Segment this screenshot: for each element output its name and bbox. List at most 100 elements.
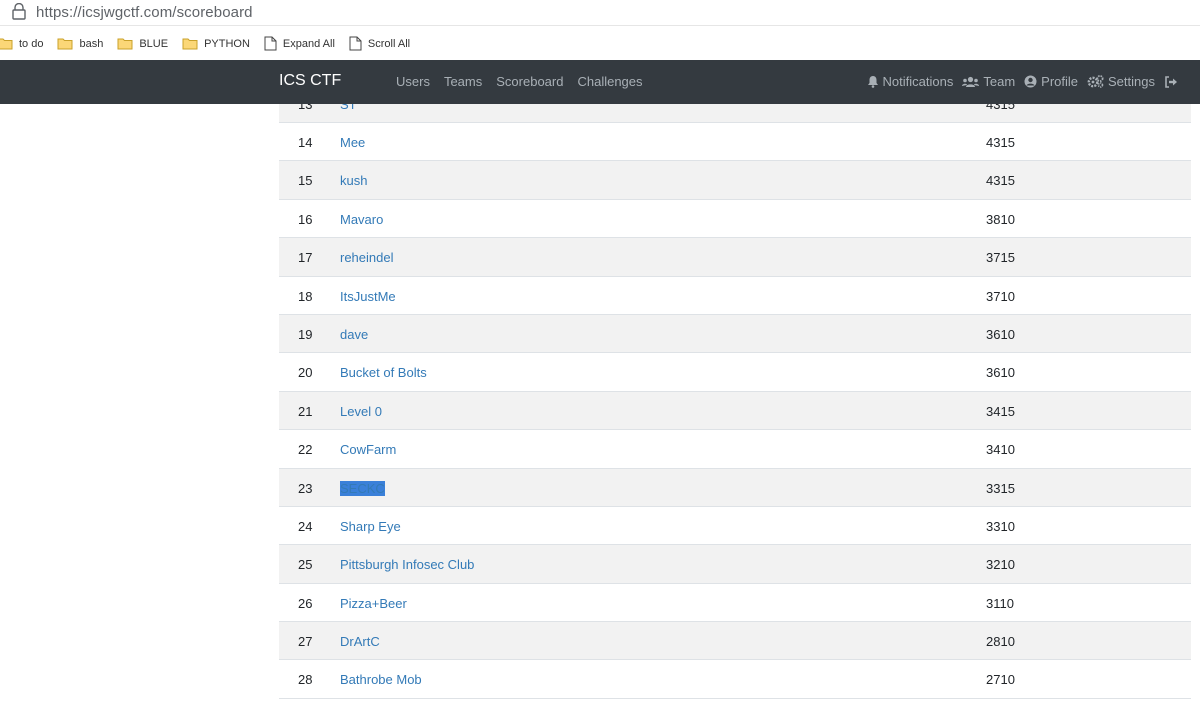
nav-profile-label: Profile	[1041, 74, 1079, 89]
bell-icon	[867, 76, 878, 88]
score-cell: 2810	[986, 634, 1015, 650]
place-cell: 23	[298, 480, 313, 496]
score-cell: 3110	[986, 595, 1014, 611]
main-nav: Users Teams Scoreboard Challenges	[396, 74, 657, 89]
users-icon	[962, 76, 980, 87]
nav-notifications[interactable]: Notifications	[867, 74, 954, 89]
bookmark-expand-all[interactable]: Expand All	[264, 36, 335, 51]
place-cell: 13	[298, 104, 313, 112]
bookmark-bash[interactable]: bash	[57, 37, 103, 50]
bookmark-scroll-all[interactable]: Scroll All	[349, 36, 410, 51]
folder-icon	[0, 38, 13, 50]
nav-teams[interactable]: Teams	[444, 74, 482, 89]
table-row: 13 ST 4315	[279, 104, 1191, 123]
bookmark-to-do[interactable]: to do	[0, 37, 43, 50]
url-text[interactable]: https://icsjwgctf.com/scoreboard	[36, 4, 253, 21]
bookmark-label: bash	[79, 37, 104, 50]
table-row: 18 ItsJustMe 3710	[279, 276, 1191, 315]
page-icon	[349, 36, 362, 51]
nav-settings-label: Settings	[1108, 74, 1155, 89]
lock-icon	[12, 2, 28, 23]
score-cell: 3415	[986, 403, 1015, 419]
team-link[interactable]: ItsJustMe	[340, 289, 396, 304]
place-cell: 26	[298, 595, 313, 611]
folder-icon	[57, 38, 73, 50]
place-cell: 27	[298, 634, 313, 650]
bookmark-label: Expand All	[282, 37, 335, 50]
page-icon	[264, 36, 277, 51]
team-link[interactable]: Mavaro	[340, 212, 383, 227]
team-link[interactable]: Pittsburgh Infosec Club	[340, 557, 474, 572]
table-row: 24 Sharp Eye 3310	[279, 506, 1191, 546]
sign-out-icon	[1165, 75, 1177, 88]
table-row: 22 CowFarm 3410	[279, 430, 1191, 469]
place-cell: 25	[298, 557, 313, 573]
place-cell: 24	[298, 518, 313, 534]
place-cell: 22	[298, 442, 313, 458]
place-cell: 19	[298, 326, 313, 342]
team-link[interactable]: Bucket of Bolts	[340, 365, 427, 380]
team-link[interactable]: kush	[340, 173, 367, 188]
table-row: 28 Bathrobe Mob 2710	[279, 660, 1191, 699]
score-cell: 3210	[986, 557, 1015, 573]
team-link[interactable]: ST	[340, 104, 357, 112]
bookmark-label: BLUE	[139, 37, 169, 50]
nav-challenges[interactable]: Challenges	[577, 74, 642, 89]
nav-logout[interactable]	[1164, 75, 1182, 88]
nav-settings[interactable]: Settings	[1087, 74, 1155, 89]
team-link[interactable]: Level 0	[340, 404, 382, 419]
table-row: 25 Pittsburgh Infosec Club 3210	[279, 545, 1191, 584]
nav-team[interactable]: Team	[962, 74, 1015, 89]
table-row: 16 Mavaro 3810	[279, 199, 1191, 239]
bookmark-python[interactable]: PYTHON	[182, 37, 250, 50]
place-cell: 21	[298, 403, 313, 419]
team-link[interactable]: CowFarm	[340, 442, 396, 457]
team-link[interactable]: Bathrobe Mob	[340, 672, 422, 687]
team-link[interactable]: Pizza+Beer	[340, 596, 407, 611]
bookmark-label: PYTHON	[204, 37, 250, 50]
score-cell: 4315	[986, 173, 1015, 189]
score-cell: 3610	[986, 326, 1015, 342]
site-brand[interactable]: ICS CTF	[279, 72, 341, 90]
cogs-icon	[1087, 75, 1104, 88]
place-cell: 15	[298, 173, 313, 189]
user-circle-icon	[1024, 75, 1037, 88]
nav-profile[interactable]: Profile	[1024, 74, 1078, 89]
nav-notifications-label: Notifications	[882, 74, 954, 89]
site-navbar: ICS CTF Users Teams Scoreboard Challenge…	[0, 60, 1200, 104]
team-link[interactable]: DrArtC	[340, 634, 380, 649]
score-cell: 3810	[986, 211, 1015, 227]
table-row: 19 dave 3610	[279, 314, 1191, 354]
team-link[interactable]: dave	[340, 327, 368, 342]
team-link[interactable]: Mee	[340, 135, 365, 150]
bookmark-blue[interactable]: BLUE	[117, 37, 168, 50]
table-row: 26 Pizza+Beer 3110	[279, 583, 1191, 623]
place-cell: 18	[298, 288, 313, 304]
user-nav: Notifications Team Profile Settings	[858, 74, 1182, 89]
team-link[interactable]: reheindel	[340, 250, 394, 265]
place-cell: 28	[298, 672, 313, 688]
nav-users[interactable]: Users	[396, 74, 430, 89]
team-link[interactable]: SECKC	[340, 480, 385, 496]
bookmarks-bar: to do bash BLUE PYTHON Expand All Scroll…	[0, 27, 1200, 60]
table-row: 20 Bucket of Bolts 3610	[279, 353, 1191, 392]
score-cell: 4315	[986, 135, 1015, 150]
bookmark-label: Scroll All	[367, 37, 411, 50]
table-row: 14 Mee 4315	[279, 123, 1191, 162]
table-row: 17 reheindel 3715	[279, 238, 1191, 277]
folder-icon	[182, 38, 198, 50]
table-row: 23 SECKC 3315	[279, 468, 1191, 507]
place-cell: 16	[298, 211, 313, 227]
scoreboard-table: 13 ST 4315 14 Mee 4315 15 kush 4315 16 Mavaro 38…	[279, 104, 1191, 704]
address-bar[interactable]: https://icsjwgctf.com/scoreboard	[0, 0, 1200, 26]
score-cell: 3315	[986, 480, 1015, 496]
place-cell: 17	[298, 250, 313, 266]
nav-team-label: Team	[983, 74, 1016, 89]
team-link[interactable]: Sharp Eye	[340, 519, 401, 534]
score-cell: 3710	[986, 288, 1015, 304]
score-cell: 2710	[986, 672, 1015, 688]
table-row: 27 DrArtC 2810	[279, 622, 1191, 661]
place-cell: 14	[298, 135, 313, 150]
nav-scoreboard[interactable]: Scoreboard	[496, 74, 563, 89]
table-row: 15 kush 4315	[279, 161, 1191, 200]
